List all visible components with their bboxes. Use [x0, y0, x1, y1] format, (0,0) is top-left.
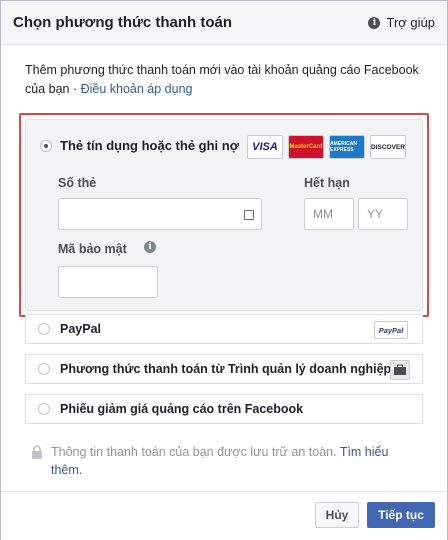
paypal-logo: PayPal: [374, 321, 408, 339]
card-number-input[interactable]: [58, 198, 262, 230]
ad-coupon-radio[interactable]: [38, 403, 50, 415]
card-logos: VISA MasterCard AMERICAN EXPRESS DISCOVE…: [247, 135, 406, 159]
visa-logo: VISA: [247, 135, 283, 159]
ad-coupon-label: Phiếu giảm giá quảng cáo trên Facebook: [60, 402, 304, 416]
business-manager-radio[interactable]: [38, 363, 50, 375]
payment-method-dialog: Chọn phương thức thanh toán i Trợ giúp T…: [0, 0, 448, 540]
business-manager-label: Phương thức thanh toán từ Trình quản lý …: [60, 362, 392, 376]
business-manager-option[interactable]: Phương thức thanh toán từ Trình quản lý …: [25, 354, 423, 384]
help-label: Trợ giúp: [386, 15, 435, 30]
paypal-label: PayPal: [60, 322, 102, 336]
discover-logo: DISCOVER: [370, 135, 406, 159]
card-number-label: Số thẻ: [58, 176, 97, 190]
card-option-panel: Thẻ tín dụng hoặc thẻ ghi nợ VISA Master…: [19, 113, 429, 317]
expiry-label: Hết hạn: [304, 176, 350, 190]
paypal-radio[interactable]: [38, 323, 50, 335]
help-link[interactable]: i Trợ giúp: [368, 15, 435, 30]
lock-icon: [32, 445, 42, 459]
terms-link[interactable]: Điều khoản áp dụng: [81, 82, 193, 96]
card-option-label: Thẻ tín dụng hoặc thẻ ghi nợ: [60, 138, 239, 153]
continue-button[interactable]: Tiếp tục: [367, 502, 435, 528]
mastercard-logo: MasterCard: [288, 135, 324, 159]
card-radio[interactable]: [40, 139, 52, 152]
briefcase-icon: [390, 360, 410, 380]
expiry-month-input[interactable]: MM: [304, 198, 354, 230]
expiry-year-input[interactable]: YY: [358, 198, 408, 230]
amex-logo: AMERICAN EXPRESS: [329, 135, 365, 159]
ad-coupon-option[interactable]: Phiếu giảm giá quảng cáo trên Facebook: [25, 394, 423, 424]
card-option-radio-row[interactable]: Thẻ tín dụng hoặc thẻ ghi nợ: [40, 138, 239, 153]
security-info-icon[interactable]: i: [144, 241, 156, 253]
intro-text: Thêm phương thức thanh toán mới vào tài …: [25, 61, 425, 99]
security-code-label: Mã bảo mật: [58, 242, 127, 256]
dialog-title: Chọn phương thức thanh toán: [13, 14, 233, 31]
secure-body: Thông tin thanh toán của bạn được lưu tr…: [51, 445, 340, 459]
secure-text: Thông tin thanh toán của bạn được lưu tr…: [51, 443, 411, 479]
dialog-footer: Hủy Tiếp tục: [1, 491, 447, 540]
paypal-option[interactable]: PayPal PayPal: [25, 314, 423, 344]
info-icon: i: [368, 16, 381, 29]
card-form: Thẻ tín dụng hoặc thẻ ghi nợ VISA Master…: [25, 119, 423, 311]
dialog-header: Chọn phương thức thanh toán i Trợ giúp: [1, 1, 447, 45]
card-scan-icon: [244, 210, 254, 220]
cancel-button[interactable]: Hủy: [315, 502, 359, 528]
secure-note: Thông tin thanh toán của bạn được lưu tr…: [31, 443, 411, 479]
security-code-input[interactable]: [58, 266, 158, 298]
